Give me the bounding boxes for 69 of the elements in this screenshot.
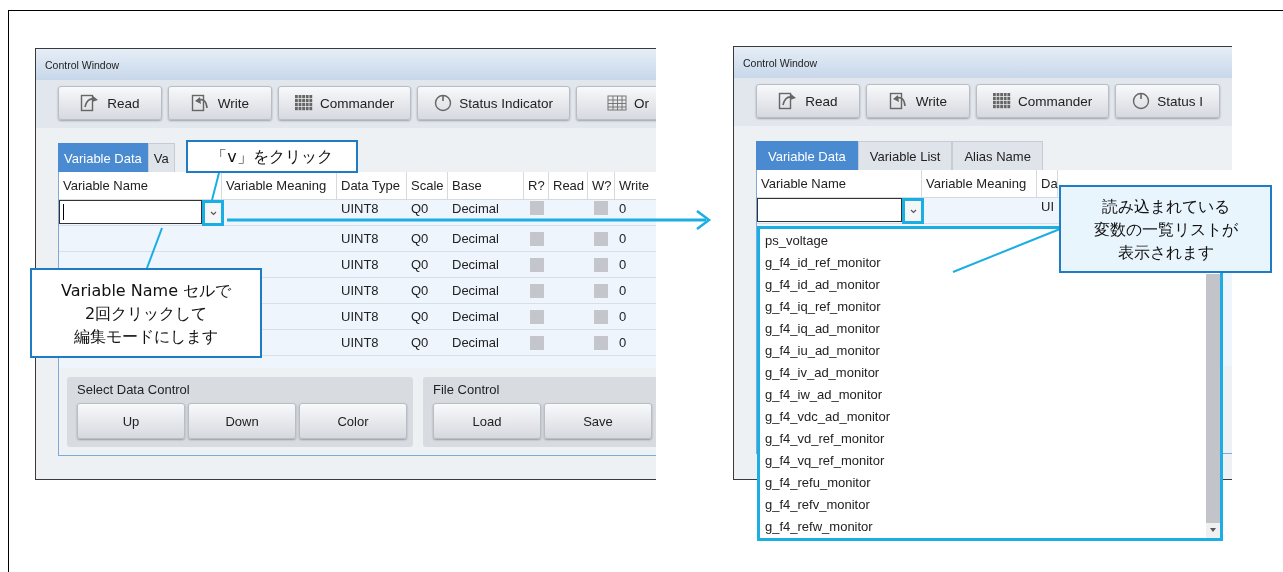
- list-item[interactable]: g_f4_refv_monitor: [760, 494, 873, 516]
- window-title: Control Window: [45, 58, 120, 71]
- list-item[interactable]: g_f4_vq_ref_monitor: [760, 450, 888, 472]
- callout-text: 編集モードにします: [74, 325, 218, 348]
- table-cell-text: Q0: [410, 230, 430, 248]
- toolbar-button[interactable]: Write: [168, 86, 272, 120]
- toolbar-button[interactable]: Write: [866, 84, 970, 118]
- table-cell-text: UINT8: [340, 256, 380, 274]
- callout-text: 「v」をクリック: [211, 146, 333, 168]
- toolbar-button[interactable]: Read: [58, 86, 162, 120]
- list-item[interactable]: g_f4_id_ad_monitor: [760, 274, 883, 296]
- tab[interactable]: Variable Data: [58, 143, 148, 172]
- toolbar-button[interactable]: Commander: [976, 84, 1110, 118]
- callout-text: 変数の一覧リストが: [1093, 218, 1238, 241]
- table-cell-text: Q0: [410, 308, 430, 326]
- push-button[interactable]: Save: [544, 403, 652, 439]
- group-title: Select Data Control: [77, 382, 191, 397]
- table-cell-text: UINT8: [340, 308, 380, 326]
- list-item[interactable]: ps_voltage: [760, 230, 831, 252]
- toolbar-button[interactable]: Read: [756, 84, 860, 118]
- table-cell-text: Decimal: [451, 308, 500, 326]
- push-button[interactable]: Load: [433, 403, 541, 439]
- callout-text: 表示されます: [1117, 241, 1214, 264]
- toolbar-button[interactable]: Status Indicator: [417, 86, 571, 120]
- tab[interactable]: Va: [147, 143, 175, 172]
- push-button[interactable]: Down: [188, 403, 296, 439]
- list-item[interactable]: g_f4_iv_ad_monitor: [760, 362, 883, 384]
- table-cell-text: Q0: [410, 282, 430, 300]
- list-item[interactable]: g_f4_vdc_ad_monitor: [760, 406, 894, 428]
- tab[interactable]: Variable Data: [756, 141, 858, 170]
- table-cell-text: 0: [618, 200, 628, 218]
- table-cell-text: UINT8: [340, 230, 380, 248]
- table-cell-text: 0: [618, 230, 628, 248]
- toolbar-button[interactable]: Commander: [278, 86, 412, 120]
- table-cell-text: Decimal: [451, 334, 500, 352]
- push-button[interactable]: Color: [299, 403, 407, 439]
- list-item[interactable]: g_f4_iq_ad_monitor: [760, 318, 883, 340]
- toolbar-button[interactable]: Or: [576, 86, 656, 120]
- toolbar-button[interactable]: Status I: [1115, 84, 1221, 118]
- list-item[interactable]: g_f4_refw_monitor: [760, 516, 876, 538]
- list-item[interactable]: g_f4_vd_ref_monitor: [760, 428, 888, 450]
- table-cell-text: 0: [618, 334, 628, 352]
- list-item[interactable]: g_f4_iw_ad_monitor: [760, 384, 886, 406]
- push-button[interactable]: Up: [77, 403, 185, 439]
- table-cell-text: Decimal: [451, 282, 500, 300]
- callout-text: 読み込まれている: [1101, 195, 1230, 218]
- table-cell-text: UINT8: [340, 282, 380, 300]
- list-item[interactable]: g_f4_id_ref_monitor: [760, 252, 884, 274]
- table-cell-text: UI: [1040, 198, 1055, 216]
- list-item[interactable]: g_f4_iq_ref_monitor: [760, 296, 884, 318]
- table-cell-text: Decimal: [451, 256, 500, 274]
- group-title: File Control: [433, 382, 501, 397]
- tab[interactable]: Alias Name: [952, 141, 1043, 170]
- table-cell-text: 0: [618, 256, 628, 274]
- callout-text: Variable Name セルで: [60, 279, 232, 302]
- list-item[interactable]: g_f4_iu_ad_monitor: [760, 340, 883, 362]
- table-cell-text: 0: [618, 282, 628, 300]
- table-cell-text: UINT8: [340, 200, 380, 218]
- table-cell-text: Q0: [410, 256, 430, 274]
- table-cell-text: Q0: [410, 334, 430, 352]
- table-cell-text: Decimal: [451, 230, 500, 248]
- table-cell-text: Decimal: [451, 200, 500, 218]
- window-title: Control Window: [743, 56, 818, 69]
- table-cell-text: Q0: [410, 200, 430, 218]
- callout-text: 2回クリックして: [84, 302, 208, 325]
- list-item[interactable]: g_f4_refu_monitor: [760, 472, 874, 494]
- table-cell-text: UINT8: [340, 334, 380, 352]
- table-cell-text: 0: [618, 308, 628, 326]
- tab[interactable]: Variable List: [857, 141, 953, 170]
